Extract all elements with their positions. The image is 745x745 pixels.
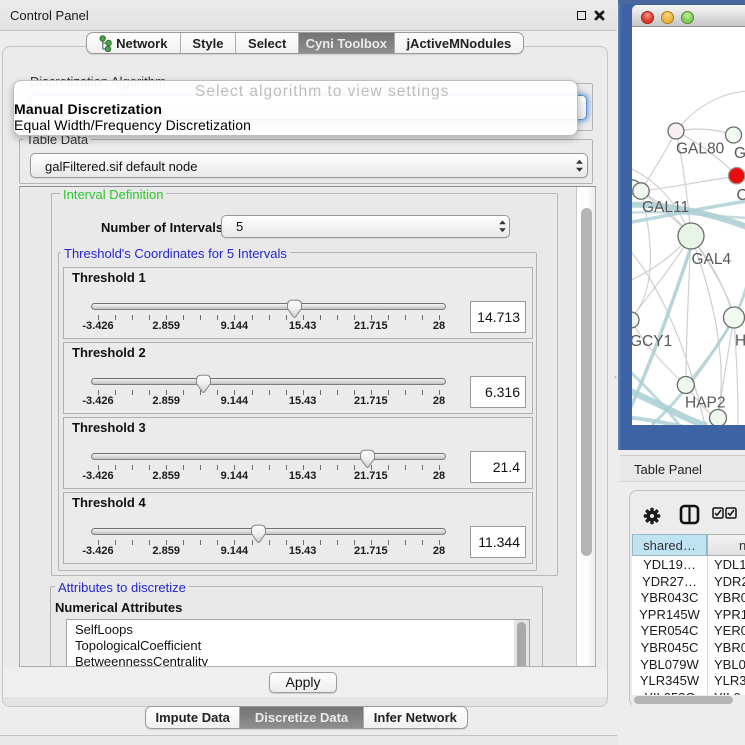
svg-text:GAL4: GAL4: [692, 251, 732, 268]
svg-text:G.: G.: [734, 145, 745, 162]
svg-text:GAL11: GAL11: [642, 199, 689, 216]
svg-text:H: H: [735, 333, 745, 350]
svg-text:GCY1: GCY1: [632, 333, 672, 350]
svg-text:HAP2: HAP2: [685, 395, 726, 412]
svg-text:C: C: [737, 187, 745, 204]
svg-text:GAL80: GAL80: [676, 141, 725, 158]
